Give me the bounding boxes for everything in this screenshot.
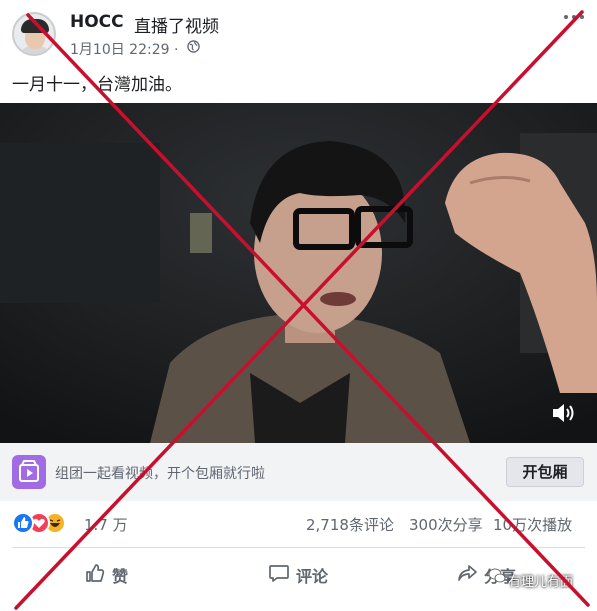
comment-button[interactable]: 评论 bbox=[268, 554, 358, 594]
watermark: 有理儿有面 bbox=[508, 575, 574, 590]
comment-icon bbox=[269, 565, 289, 582]
share-icon bbox=[458, 565, 477, 581]
reaction-count[interactable]: 1.7 万 bbox=[84, 514, 128, 535]
comment-count[interactable]: 2,718条评论 bbox=[306, 514, 394, 535]
thumbs-up-icon bbox=[86, 564, 105, 582]
post-timestamp[interactable]: 1月10日 22:29 · bbox=[70, 39, 178, 59]
watch-party-icon bbox=[12, 455, 46, 489]
speaker-icon[interactable] bbox=[550, 400, 576, 426]
post-action-text: 直播了视频 bbox=[134, 17, 219, 37]
like-button[interactable]: 赞 bbox=[84, 554, 174, 594]
comment-label: 评论 bbox=[296, 567, 329, 586]
like-label: 赞 bbox=[112, 567, 129, 586]
video-post: HOCC 直播了视频 1月10日 22:29 · 一月十一，台灣加油。 组团一起… bbox=[0, 0, 597, 611]
more-options-icon[interactable] bbox=[562, 10, 586, 24]
open-party-button[interactable]: 开包厢 bbox=[506, 457, 584, 487]
video-player[interactable] bbox=[0, 103, 597, 443]
like-icon bbox=[12, 512, 34, 534]
divider bbox=[12, 547, 585, 548]
reaction-icons[interactable] bbox=[12, 512, 82, 536]
watch-party-text: 组团一起看视频，开个包厢就行啦 bbox=[55, 466, 265, 482]
post-text: 一月十一，台灣加油。 bbox=[12, 75, 182, 95]
author-avatar[interactable] bbox=[12, 12, 56, 56]
video-frame bbox=[0, 103, 597, 443]
share-count[interactable]: 300次分享 bbox=[409, 514, 483, 535]
globe-icon bbox=[187, 40, 200, 53]
author-name[interactable]: HOCC bbox=[70, 12, 124, 32]
view-count: 10万次播放 bbox=[493, 516, 573, 534]
